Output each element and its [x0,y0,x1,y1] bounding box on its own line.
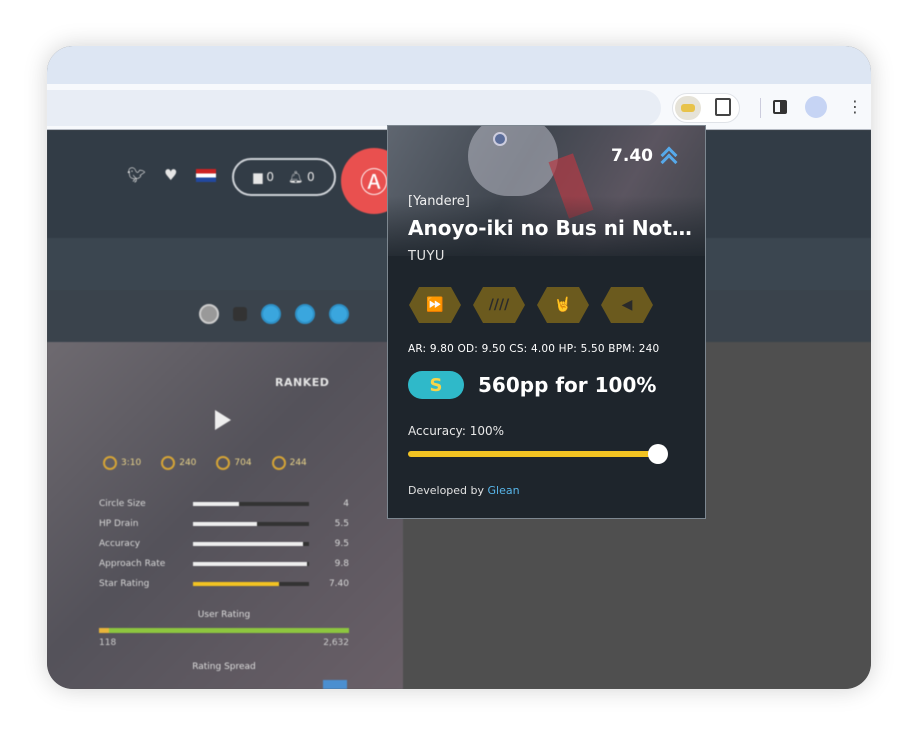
rating-spread-bar [323,680,347,689]
accuracy-slider[interactable] [408,444,668,464]
negative-count: 118 [99,638,117,648]
user-rating-label: User Rating [197,610,251,620]
uk-flag-icon[interactable] [195,168,216,182]
rating-spread-label: Rating Spread [192,662,256,672]
developer-link[interactable]: Glean [488,484,520,497]
difficulty-table: Circle Size 4 HP Drain 5.5 Accuracy 9.5 Approa… [99,494,349,594]
taiko-mode-icon[interactable] [261,304,281,324]
stat-chip: 704 [216,456,252,470]
difficulty-name: [Yandere] [408,194,470,209]
extensions-puzzle-icon[interactable] [715,98,731,116]
user-rating-bar [99,628,349,633]
side-panel-icon[interactable] [773,100,787,114]
star-rating: 7.40 [611,146,653,166]
difficulty-row: HP Drain 5.5 [99,519,349,529]
star-rating-chevron-icon [659,144,681,171]
difficulty-row: Accuracy 9.5 [99,539,349,549]
menu-kebab-icon[interactable]: ⋮ [847,97,863,117]
stat-chip: 240 [161,456,196,470]
play-preview-icon[interactable] [215,410,231,430]
user-rating-counts: 118 2,632 [99,638,349,648]
bell-icon[interactable]: 🔔︎ 0 [288,170,315,184]
flashlight-mod-icon[interactable]: ◀ [600,286,654,324]
difficulty-row: Approach Rate 9.8 [99,559,349,569]
heart-icon[interactable]: ♥ [164,166,177,184]
osu-extension-icon[interactable] [675,96,701,120]
hard-rock-mod-icon[interactable]: 🤘 [536,286,590,324]
chat-icon[interactable]: ▆ 0 [253,170,274,184]
tab-strip [47,46,871,84]
stat-chip: 244 [271,456,307,470]
difficulty-row: Star Rating 7.40 [99,579,349,589]
difficulty-row: Circle Size 4 [99,499,349,509]
accuracy-slider-thumb[interactable] [648,444,668,464]
pp-result: S 560pp for 100% [408,371,656,399]
mania-mode-icon[interactable] [329,304,349,324]
catch-mode-icon[interactable] [295,304,315,324]
pp-value: 560pp for 100% [478,373,657,397]
twitter-icon[interactable]: 🐦︎ [127,166,146,184]
beatmap-stats: AR: 9.80 OD: 9.50 CS: 4.00 HP: 5.50 BPM:… [408,343,660,355]
beatmap-stat-chips: 3:10 240 704 244 [103,456,307,470]
rank-badge: S [408,371,464,399]
ranked-status: RANKED [275,376,330,389]
beatmap-title: Anoyo-iki no Bus ni Not... [408,216,693,240]
accuracy-slider-fill [408,451,658,457]
toolbar-divider [760,98,761,118]
osu-mode-icon[interactable] [199,304,219,324]
browser-toolbar: ⋮ [47,84,871,130]
profile-avatar[interactable] [805,96,827,118]
address-bar[interactable] [47,90,661,126]
positive-count: 2,632 [323,638,349,648]
accuracy-label: Accuracy: 100% [408,424,505,438]
credit-prefix: Developed by [408,484,485,497]
pp-calculator-popup: 7.40 [Yandere] Anoyo-iki no Bus ni Not..… [387,125,706,519]
mod-selector: ⏩ //// 🤘 ◀ [408,286,654,324]
difficulty-count-badge [233,307,247,321]
mode-selector [199,304,349,324]
notifications-pill[interactable]: ▆ 0 🔔︎ 0 [232,158,336,196]
stat-chip: 3:10 [103,456,141,470]
double-time-mod-icon[interactable]: ⏩ [408,286,462,324]
beatmap-artist: TUYU [408,249,445,264]
developer-credit: Developed by Glean [408,484,520,497]
hidden-mod-icon[interactable]: //// [472,286,526,324]
